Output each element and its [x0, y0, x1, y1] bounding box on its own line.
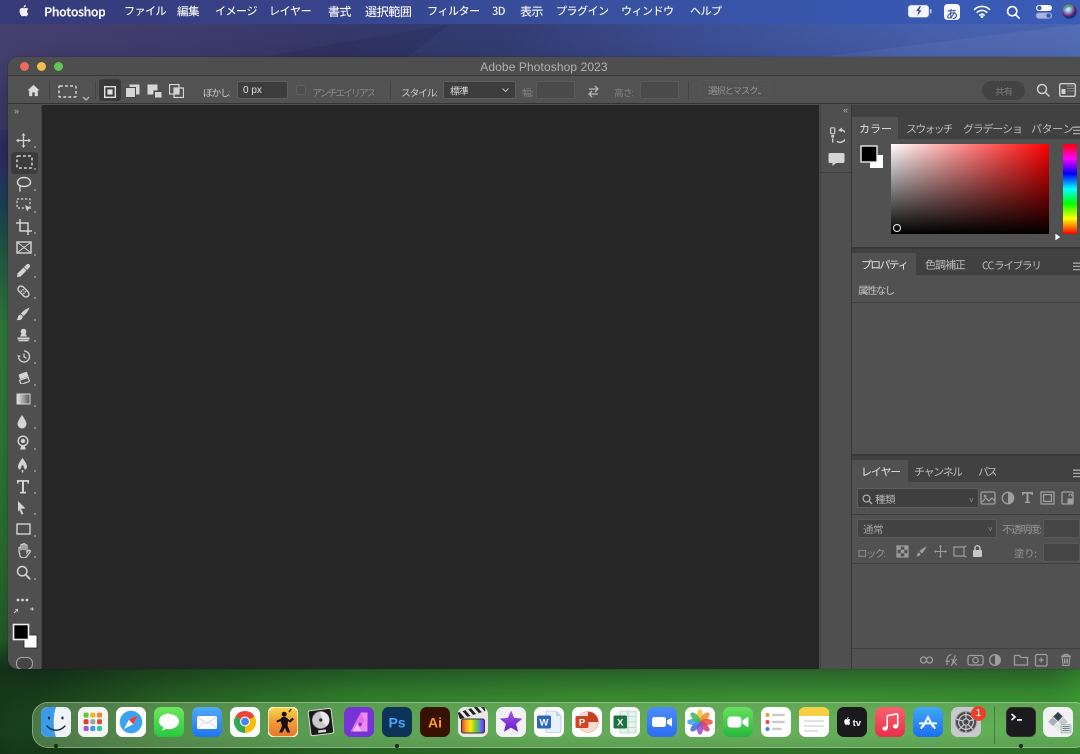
svg-text:Ps: Ps	[388, 715, 405, 731]
svg-text:Ai: Ai	[428, 715, 442, 731]
svg-text:X: X	[617, 717, 624, 728]
svg-text:tv: tv	[853, 718, 862, 729]
svg-text:W: W	[539, 718, 548, 729]
svg-text:P: P	[578, 718, 585, 729]
